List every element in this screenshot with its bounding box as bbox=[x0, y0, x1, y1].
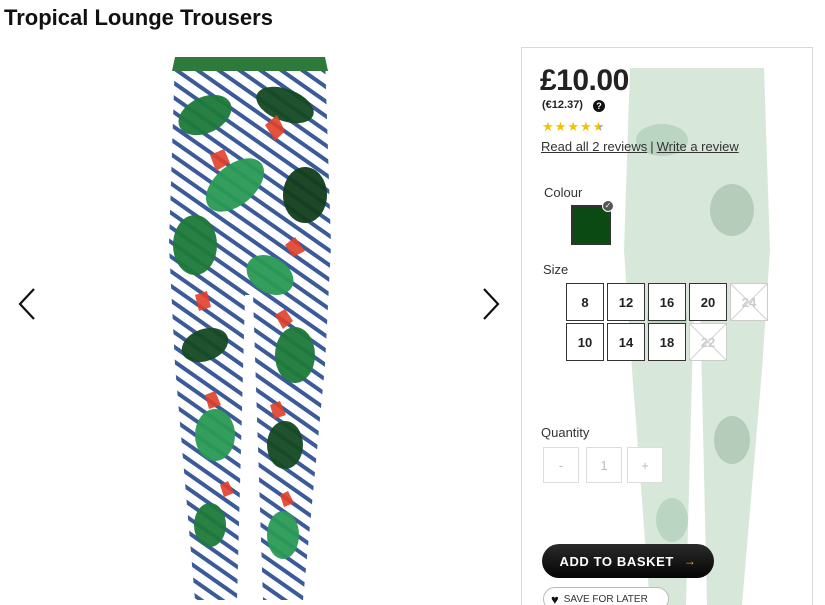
size-option[interactable]: 12 bbox=[607, 283, 645, 321]
star-rating: ★ ★ ★ ★ ★ bbox=[542, 120, 604, 133]
size-option-unavailable: 22 bbox=[689, 323, 727, 361]
size-option[interactable]: 14 bbox=[607, 323, 645, 361]
help-icon[interactable]: ? bbox=[593, 100, 605, 112]
product-title: Tropical Lounge Trousers bbox=[4, 5, 273, 30]
size-option[interactable]: 8 bbox=[566, 283, 604, 321]
star-icon: ★ bbox=[579, 119, 592, 134]
check-icon: ✓ bbox=[602, 200, 614, 212]
arrow-right-icon: → bbox=[683, 554, 697, 568]
size-option[interactable]: 18 bbox=[648, 323, 686, 361]
size-option-unavailable: 24 bbox=[730, 283, 768, 321]
size-label: Size bbox=[543, 262, 569, 277]
chevron-left-icon bbox=[18, 288, 35, 320]
price: £10.00 bbox=[540, 64, 629, 97]
colour-label: Colour bbox=[544, 185, 583, 200]
quantity-label: Quantity bbox=[541, 425, 590, 440]
write-review-link[interactable]: Write a review bbox=[657, 139, 739, 154]
product-options-panel: £10.00 (€12.37) ? ★ ★ ★ ★ ★ Read all 2 r… bbox=[521, 47, 813, 605]
star-icon: ★ bbox=[567, 119, 579, 134]
prev-image-button[interactable] bbox=[8, 284, 48, 324]
product-image bbox=[169, 57, 331, 600]
reviews-separator: | bbox=[650, 139, 654, 154]
reviews-links: Read all 2 reviews | Write a review bbox=[541, 139, 739, 154]
save-for-later-button[interactable]: ♥ SAVE FOR LATER bbox=[543, 587, 669, 605]
star-icon: ★ bbox=[542, 119, 554, 134]
star-icon: ★ bbox=[554, 119, 567, 134]
read-reviews-link[interactable]: Read all 2 reviews bbox=[541, 139, 647, 154]
half-star-icon: ★ bbox=[592, 119, 605, 134]
size-options: 8 12 16 20 24 10 14 18 22 bbox=[566, 283, 772, 363]
size-option[interactable]: 20 bbox=[689, 283, 727, 321]
size-option[interactable]: 10 bbox=[566, 323, 604, 361]
add-to-basket-label: ADD TO BASKET bbox=[559, 553, 674, 569]
quantity-input[interactable]: 1 bbox=[586, 447, 622, 483]
save-for-later-label: SAVE FOR LATER bbox=[563, 593, 648, 605]
quantity-decrease-button[interactable]: - bbox=[543, 447, 579, 483]
quantity-increase-button[interactable]: + bbox=[627, 447, 663, 483]
add-to-basket-button[interactable]: ADD TO BASKET → bbox=[542, 544, 714, 578]
size-option[interactable]: 16 bbox=[648, 283, 686, 321]
alternate-price: (€12.37) bbox=[542, 99, 583, 111]
next-image-button[interactable] bbox=[470, 284, 510, 324]
chevron-right-icon bbox=[483, 288, 500, 320]
heart-icon: ♥ bbox=[551, 591, 559, 605]
